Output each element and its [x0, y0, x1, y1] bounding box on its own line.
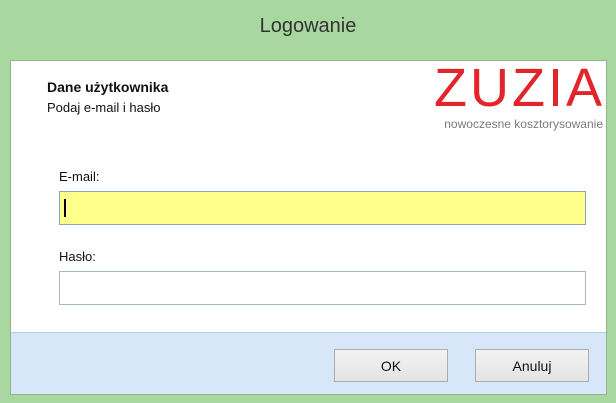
logo-wordmark: ZUZIA	[434, 60, 605, 118]
password-field[interactable]	[59, 271, 586, 305]
login-window: Logowanie Dane użytkownika Podaj e-mail …	[0, 0, 616, 403]
dialog-body: Dane użytkownika Podaj e-mail i hasło ZU…	[10, 60, 607, 395]
password-label: Hasło:	[59, 249, 96, 264]
zuzia-logo: ZUZIA nowoczesne kosztorysowanie	[409, 61, 605, 139]
logo-tagline: nowoczesne kosztorysowanie	[444, 117, 603, 131]
login-form: E-mail: Hasło:	[11, 147, 606, 332]
header-title: Dane użytkownika	[47, 79, 169, 95]
window-title: Logowanie	[259, 14, 357, 37]
cancel-button[interactable]: Anuluj	[475, 349, 589, 382]
email-field[interactable]	[59, 191, 586, 225]
dialog-header: Dane użytkownika Podaj e-mail i hasło ZU…	[11, 61, 606, 148]
header-subtitle: Podaj e-mail i hasło	[47, 100, 161, 115]
ok-button[interactable]: OK	[334, 349, 448, 382]
dialog-footer: OK Anuluj	[11, 332, 606, 394]
email-label: E-mail:	[59, 169, 100, 184]
title-bar[interactable]: Logowanie	[0, 0, 616, 60]
text-caret	[64, 199, 66, 217]
